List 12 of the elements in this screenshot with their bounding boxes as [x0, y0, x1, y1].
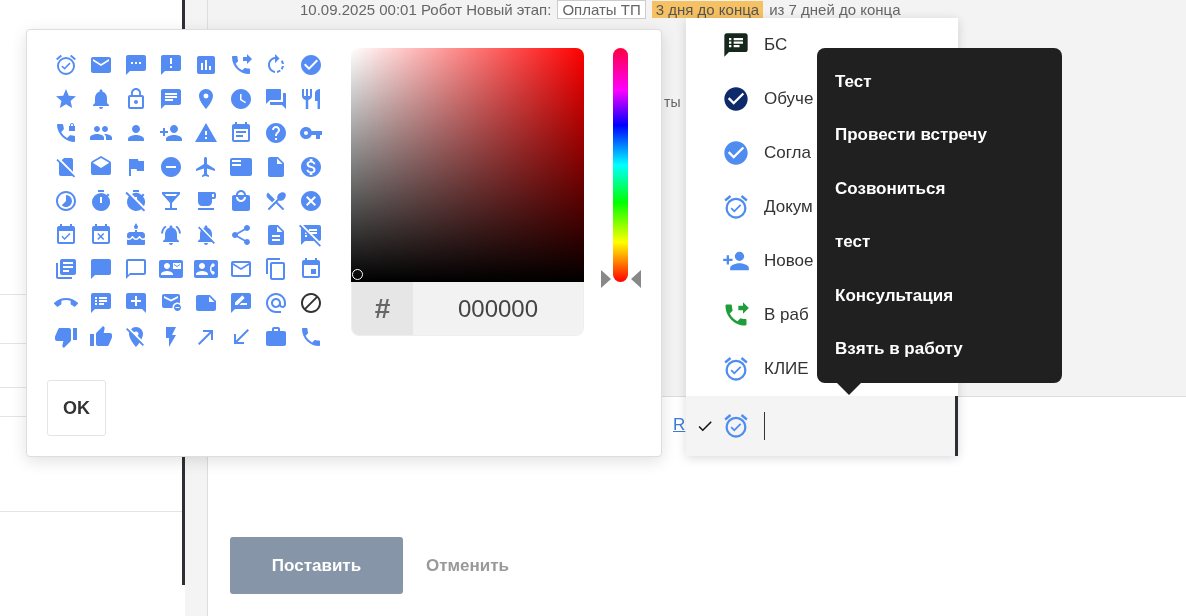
- stage-tag: Оплаты ТП: [557, 0, 646, 19]
- option-label: Обуче: [764, 89, 814, 109]
- option-label: КЛИЕ: [764, 359, 809, 379]
- option-label: Согла: [764, 143, 811, 163]
- deadline-tag: 3 дня до конца: [651, 0, 764, 18]
- option-label: Докум: [764, 197, 813, 217]
- event-text: 10.09.2025 00:01 Робот Новый этап:: [300, 0, 552, 18]
- option-label: Новое: [764, 251, 814, 271]
- option-label: В раб: [764, 305, 809, 325]
- option-label: БС: [764, 35, 788, 55]
- field-label: ты: [664, 94, 681, 110]
- limit-text: из 7 дней до конца: [769, 0, 901, 18]
